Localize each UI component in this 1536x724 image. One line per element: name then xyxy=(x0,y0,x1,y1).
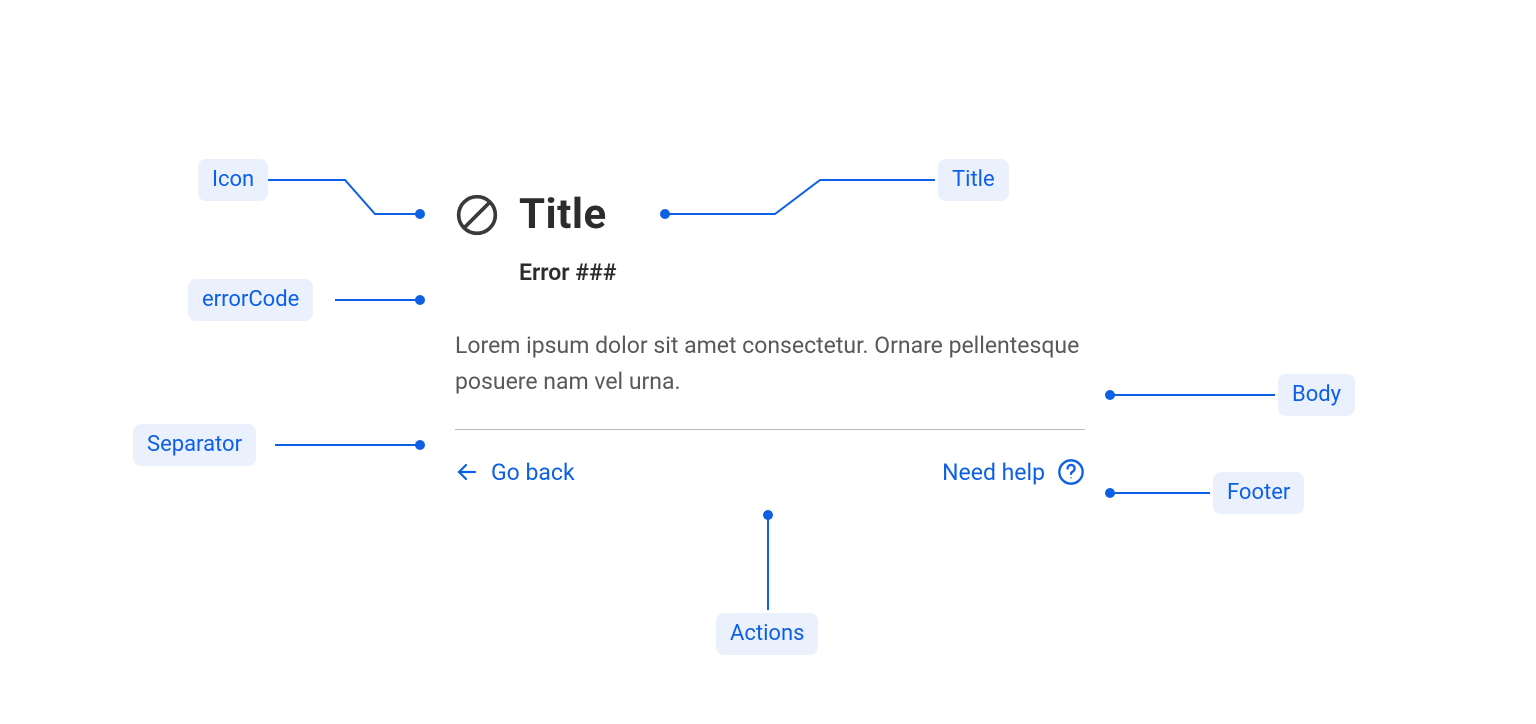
error-body-text: Lorem ipsum dolor sit amet consectetur. … xyxy=(455,328,1085,399)
annotation-error-code: errorCode xyxy=(188,279,313,321)
annotation-body: Body xyxy=(1278,374,1355,416)
annotation-footer: Footer xyxy=(1213,472,1304,514)
error-card-footer: Go back Need help xyxy=(455,458,1085,486)
go-back-label: Go back xyxy=(491,459,575,486)
go-back-button[interactable]: Go back xyxy=(455,459,575,486)
help-circle-icon xyxy=(1057,458,1085,486)
arrow-left-icon xyxy=(455,460,479,484)
error-card-title: Title xyxy=(519,190,607,239)
error-card-header: Title xyxy=(455,190,1085,239)
need-help-label: Need help xyxy=(942,459,1045,486)
error-card: Title Error ### Lorem ipsum dolor sit am… xyxy=(455,190,1085,486)
need-help-button[interactable]: Need help xyxy=(942,458,1085,486)
not-allowed-icon xyxy=(455,193,499,237)
annotation-separator: Separator xyxy=(133,424,256,466)
annotation-icon: Icon xyxy=(198,159,268,201)
error-card-separator xyxy=(455,429,1085,430)
annotation-actions: Actions xyxy=(716,613,818,655)
error-code-text: Error ### xyxy=(519,259,1085,286)
